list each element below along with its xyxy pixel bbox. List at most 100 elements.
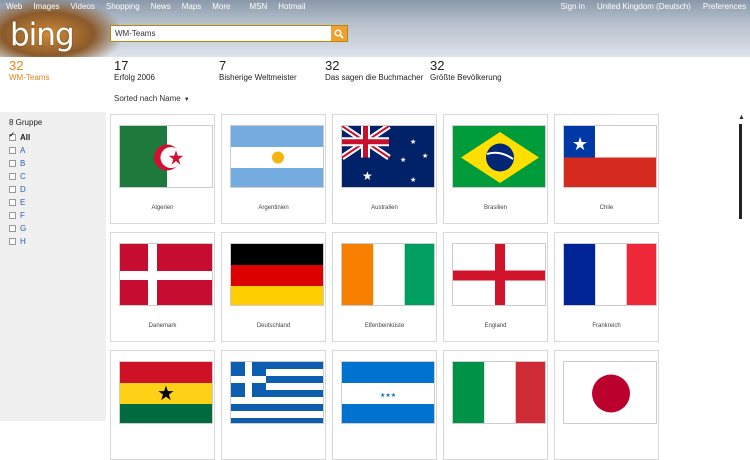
checkbox-icon[interactable] bbox=[9, 160, 16, 167]
search-button[interactable] bbox=[331, 26, 347, 41]
team-name: Argentinien bbox=[258, 205, 289, 211]
nav-msn[interactable]: MSN bbox=[250, 2, 268, 11]
group-filter-sidebar: 8 Gruppe All A B C D E F G H bbox=[0, 112, 106, 421]
nav-images[interactable]: Images bbox=[33, 2, 59, 11]
stats-bar: 32 WM-Teams 17 Erfolg 2006 7 Bisherige Welt… bbox=[0, 57, 750, 85]
filter-group-g[interactable]: G bbox=[9, 222, 30, 235]
team-name: Chile bbox=[599, 205, 614, 211]
team-card-algerien[interactable]: Algerien bbox=[110, 114, 215, 224]
stat-bevolkerung[interactable]: 32 Größte Bevölkerung bbox=[430, 59, 502, 83]
filter-label: G bbox=[20, 224, 27, 233]
honduras-flag-icon: ★★★ bbox=[341, 361, 435, 424]
checkbox-icon[interactable] bbox=[9, 173, 16, 180]
filter-group-b[interactable]: B bbox=[9, 157, 30, 170]
filter-group-e[interactable]: E bbox=[9, 196, 30, 209]
team-name: Deutschland bbox=[256, 323, 291, 329]
team-card-elfenbeinkuste[interactable]: Elfenbeinküste bbox=[332, 232, 437, 342]
filter-group-c[interactable]: C bbox=[9, 170, 30, 183]
team-card-italy[interactable] bbox=[443, 350, 548, 460]
checkbox-icon[interactable] bbox=[9, 238, 16, 245]
filter-label: E bbox=[20, 198, 26, 207]
svg-text:★: ★ bbox=[400, 156, 406, 164]
brazil-flag-icon bbox=[452, 125, 546, 188]
team-card-argentinien[interactable]: Argentinien bbox=[221, 114, 326, 224]
nav-news[interactable]: News bbox=[151, 2, 171, 11]
team-card-australien[interactable]: ★ ★ ★ ★ ★ Australien bbox=[332, 114, 437, 224]
group-filter-list: All A B C D E F G H bbox=[9, 131, 30, 248]
team-name: Frankreich bbox=[592, 323, 621, 329]
stat-label: Das sagen die Buchmacher bbox=[325, 73, 424, 82]
greece-flag-icon bbox=[230, 361, 324, 424]
stat-number: 7 bbox=[219, 58, 227, 73]
team-card-japan[interactable] bbox=[554, 350, 659, 460]
team-card-england[interactable]: England bbox=[443, 232, 548, 342]
checkbox-icon[interactable] bbox=[9, 199, 16, 206]
team-name: England bbox=[484, 323, 507, 329]
chile-flag-icon: ★ bbox=[563, 125, 657, 188]
top-right-links: Sign in United Kingdom (Deutsch) Prefere… bbox=[561, 2, 746, 11]
checkbox-icon[interactable] bbox=[9, 147, 16, 154]
filter-group-f[interactable]: F bbox=[9, 209, 30, 222]
team-card-frankreich[interactable]: Frankreich bbox=[554, 232, 659, 342]
stat-number: 17 bbox=[114, 58, 129, 73]
team-card-danemark[interactable]: Danemark bbox=[110, 232, 215, 342]
vertical-scrollbar[interactable]: ▲ bbox=[738, 112, 745, 421]
checkbox-icon[interactable] bbox=[9, 186, 16, 193]
checkbox-icon[interactable] bbox=[9, 225, 16, 232]
nav-more[interactable]: More bbox=[212, 2, 230, 11]
bing-logo[interactable]: bing bbox=[10, 17, 75, 53]
team-card-ghana[interactable]: ★ bbox=[110, 350, 215, 460]
group-filter-title: 8 Gruppe bbox=[9, 118, 43, 127]
england-flag-icon bbox=[452, 243, 546, 306]
italy-flag-icon bbox=[452, 361, 546, 424]
search-box[interactable]: WM-Teams bbox=[110, 25, 348, 42]
svg-text:★: ★ bbox=[422, 152, 428, 160]
nav-hotmail[interactable]: Hotmail bbox=[278, 2, 305, 11]
stat-label: Bisherige Weltmeister bbox=[219, 73, 297, 82]
preferences-link[interactable]: Preferences bbox=[703, 2, 746, 11]
team-card-greece[interactable] bbox=[221, 350, 326, 460]
filter-all[interactable]: All bbox=[9, 131, 30, 144]
team-card-deutschland[interactable]: Deutschland bbox=[221, 232, 326, 342]
team-name: Algerien bbox=[151, 205, 174, 211]
svg-text:★: ★ bbox=[410, 176, 416, 184]
stat-weltmeister[interactable]: 7 Bisherige Weltmeister bbox=[219, 58, 297, 83]
search-icon bbox=[334, 29, 344, 39]
team-name: Australien bbox=[371, 205, 398, 211]
nav-maps[interactable]: Maps bbox=[182, 2, 202, 11]
svg-text:★: ★ bbox=[572, 134, 588, 155]
scrollbar-thumb[interactable] bbox=[739, 124, 742, 219]
sign-in-link[interactable]: Sign in bbox=[561, 2, 585, 11]
checkbox-icon[interactable] bbox=[9, 212, 16, 219]
sort-dropdown[interactable]: Sorted nach Name ▼ bbox=[114, 94, 190, 103]
region-link[interactable]: United Kingdom (Deutsch) bbox=[597, 2, 691, 11]
stat-label: Erfolg 2006 bbox=[114, 73, 155, 82]
team-card-chile[interactable]: ★ Chile bbox=[554, 114, 659, 224]
filter-label: C bbox=[20, 172, 26, 181]
filter-group-h[interactable]: H bbox=[9, 235, 30, 248]
scroll-up-icon[interactable]: ▲ bbox=[738, 114, 745, 121]
stat-buchmacher[interactable]: 32 Das sagen die Buchmacher bbox=[325, 59, 424, 83]
filter-group-d[interactable]: D bbox=[9, 183, 30, 196]
stat-erfolg[interactable]: 17 Erfolg 2006 bbox=[114, 58, 155, 83]
checkbox-checked-icon[interactable] bbox=[9, 131, 16, 141]
stat-wm-teams[interactable]: 32 WM-Teams bbox=[9, 59, 49, 83]
stat-label: Größte Bevölkerung bbox=[430, 73, 502, 82]
team-card-brasilien[interactable]: Brasilien bbox=[443, 114, 548, 224]
search-input[interactable]: WM-Teams bbox=[115, 29, 155, 38]
filter-group-a[interactable]: A bbox=[9, 144, 30, 157]
australia-flag-icon: ★ ★ ★ ★ ★ bbox=[341, 125, 435, 188]
ivory-coast-flag-icon bbox=[341, 243, 435, 306]
france-flag-icon bbox=[563, 243, 657, 306]
team-card-honduras[interactable]: ★★★ bbox=[332, 350, 437, 460]
caret-down-icon: ▼ bbox=[183, 97, 190, 103]
nav-shopping[interactable]: Shopping bbox=[106, 2, 140, 11]
filter-label: All bbox=[20, 133, 31, 142]
nav-videos[interactable]: Videos bbox=[71, 2, 95, 11]
filter-label: F bbox=[20, 211, 25, 220]
svg-text:★: ★ bbox=[362, 169, 373, 183]
nav-web[interactable]: Web bbox=[6, 2, 22, 11]
algeria-flag-icon bbox=[119, 125, 213, 188]
filter-label: B bbox=[20, 159, 26, 168]
denmark-flag-icon bbox=[119, 243, 213, 306]
